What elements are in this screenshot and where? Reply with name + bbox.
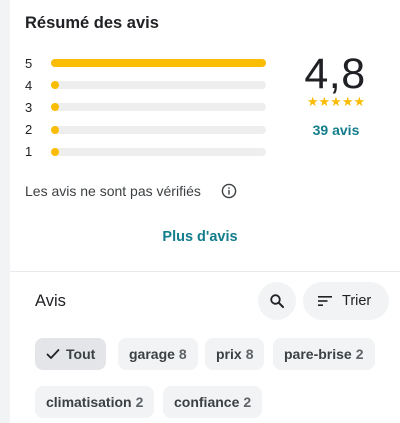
bar-label: 2 [25, 122, 33, 138]
more-reviews-link[interactable]: Plus d'avis [0, 229, 400, 245]
bar-row-4[interactable]: 4 [25, 74, 266, 96]
bar-track [51, 125, 266, 134]
bar-track [51, 81, 266, 90]
check-icon [46, 349, 60, 359]
sort-icon [318, 296, 332, 306]
chip-label: Tout [66, 346, 96, 362]
chip-climatisation[interactable]: climatisation 2 [35, 386, 155, 418]
info-icon[interactable] [221, 183, 237, 199]
chip-prix[interactable]: prix 8 [205, 338, 265, 370]
sort-button[interactable]: Trier [303, 282, 389, 320]
unverified-notice: Les avis ne sont pas vérifiés [25, 183, 201, 199]
chip-tout[interactable]: Tout [35, 338, 107, 370]
bar-row-3[interactable]: 3 [25, 96, 266, 118]
chip-garage[interactable]: garage 8 [118, 338, 198, 370]
bar-label: 3 [25, 99, 33, 115]
chip-pare-brise[interactable]: pare-brise 2 [273, 338, 375, 370]
review-count-link[interactable]: 39 avis [296, 122, 376, 138]
bar-fill [51, 59, 266, 68]
section-divider [10, 271, 400, 272]
search-reviews-button[interactable] [258, 282, 296, 320]
bar-fill [51, 81, 59, 90]
bar-track [51, 59, 266, 68]
bar-fill [51, 147, 59, 156]
chip-label: pare-brise [284, 346, 352, 362]
rating-distribution: 5 4 3 2 1 [25, 52, 266, 163]
chip-label: confiance [174, 394, 240, 410]
search-icon [270, 294, 284, 308]
chip-label: garage [129, 346, 175, 362]
bar-track [51, 103, 266, 112]
chip-label: climatisation [46, 394, 132, 410]
bar-row-5[interactable]: 5 [25, 52, 266, 74]
sort-label: Trier [342, 293, 372, 309]
chip-count: 2 [355, 346, 364, 362]
star-rating-icon: ★★★★★ [306, 94, 366, 109]
reviews-title: Avis [35, 292, 66, 310]
chip-confiance[interactable]: confiance 2 [163, 386, 263, 418]
bar-row-2[interactable]: 2 [25, 119, 266, 141]
chip-count: 8 [178, 346, 187, 362]
bar-label: 4 [25, 77, 33, 93]
left-edge-panel [0, 0, 10, 423]
chip-label: prix [216, 346, 242, 362]
summary-title: Résumé des avis [25, 14, 159, 32]
bar-label: 1 [25, 144, 33, 160]
chip-count: 2 [243, 394, 252, 410]
bar-track [51, 147, 266, 156]
average-rating: 4,8 [304, 50, 366, 98]
bar-row-1[interactable]: 1 [25, 141, 266, 163]
bar-fill [51, 125, 59, 134]
chip-count: 8 [245, 346, 254, 362]
bar-label: 5 [25, 55, 33, 71]
chip-count: 2 [135, 394, 144, 410]
bar-fill [51, 103, 59, 112]
